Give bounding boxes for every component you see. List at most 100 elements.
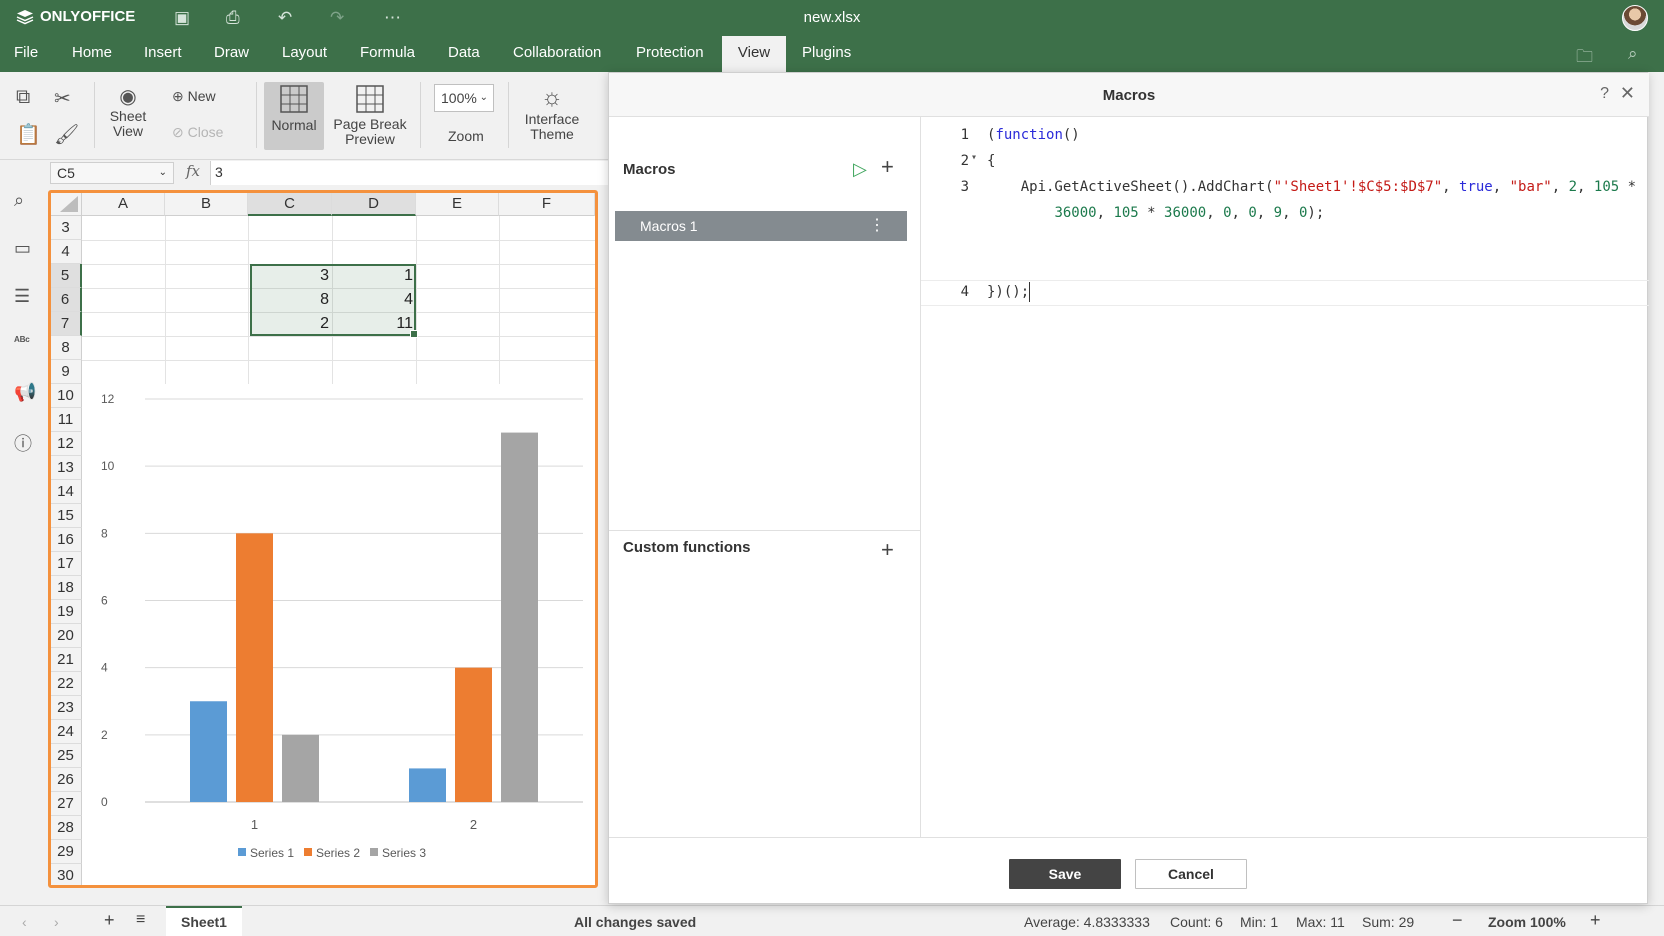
row-header[interactable]: 15: [50, 504, 82, 528]
open-location-icon[interactable]: 🗀: [1576, 44, 1593, 73]
zoom-out-icon[interactable]: −: [1452, 910, 1463, 931]
zoom-in-icon[interactable]: +: [1590, 910, 1601, 931]
close-view-button[interactable]: ⊘ Close: [172, 124, 223, 141]
save-button[interactable]: Save: [1009, 859, 1121, 889]
tab-protection[interactable]: Protection: [622, 36, 718, 72]
col-header-a[interactable]: A: [82, 192, 165, 216]
col-header-d[interactable]: D: [332, 192, 416, 216]
paste-icon[interactable]: 📋: [16, 122, 41, 147]
prev-sheet-icon[interactable]: ‹: [22, 914, 27, 930]
row-header[interactable]: 5: [50, 264, 82, 288]
fold-icon[interactable]: ▾: [971, 152, 977, 163]
row-header[interactable]: 28: [50, 816, 82, 840]
row-header[interactable]: 14: [50, 480, 82, 504]
formula-input[interactable]: 3: [210, 161, 610, 185]
row-header[interactable]: 13: [50, 456, 82, 480]
row-header[interactable]: 3: [50, 216, 82, 240]
cell-c5[interactable]: 3: [248, 264, 332, 288]
col-header-e[interactable]: E: [416, 192, 499, 216]
fx-icon[interactable]: fx: [186, 162, 200, 180]
row-header[interactable]: 22: [50, 672, 82, 696]
row-header[interactable]: 23: [50, 696, 82, 720]
sheet-tab-sheet1[interactable]: Sheet1: [166, 906, 242, 936]
row-header[interactable]: 19: [50, 600, 82, 624]
row-header[interactable]: 27: [50, 792, 82, 816]
tab-collaboration[interactable]: Collaboration: [499, 36, 615, 72]
help-icon[interactable]: ?: [1600, 85, 1609, 103]
normal-view-button[interactable]: Normal: [264, 82, 324, 150]
new-view-label: New: [187, 88, 216, 104]
row-header[interactable]: 25: [50, 744, 82, 768]
spellcheck-icon[interactable]: ᴬᴮᶜ: [14, 334, 30, 348]
close-icon[interactable]: ✕: [1620, 83, 1635, 104]
row-header[interactable]: 18: [50, 576, 82, 600]
tab-home[interactable]: Home: [58, 36, 126, 72]
interface-theme-button[interactable]: ☼ Interface Theme: [516, 84, 588, 142]
tab-draw[interactable]: Draw: [200, 36, 263, 72]
comments-icon[interactable]: ▭: [14, 238, 31, 259]
y-tick-label: 2: [101, 728, 108, 742]
zoom-select[interactable]: 100% ⌄: [434, 84, 494, 112]
row-header[interactable]: 26: [50, 768, 82, 792]
tab-formula[interactable]: Formula: [346, 36, 429, 72]
row-header[interactable]: 8: [50, 336, 82, 360]
cell-d7[interactable]: 11: [332, 312, 416, 336]
next-sheet-icon[interactable]: ›: [54, 914, 59, 930]
tab-view[interactable]: View: [722, 36, 786, 72]
row-header[interactable]: 9: [50, 360, 82, 384]
run-macro-icon[interactable]: ▷: [853, 159, 867, 180]
format-painter-icon[interactable]: 🖌: [54, 122, 79, 147]
user-avatar[interactable]: [1622, 5, 1648, 31]
code-editor[interactable]: 1 2 ▾ 3 4 (function() { Api.GetActiveShe…: [921, 117, 1649, 837]
chat-icon[interactable]: ☰: [14, 286, 30, 307]
name-box[interactable]: C5 ⌄: [50, 162, 174, 184]
row-header[interactable]: 21: [50, 648, 82, 672]
row-header[interactable]: 29: [50, 840, 82, 864]
page-break-preview-button[interactable]: Page Break Preview: [330, 84, 410, 147]
row-header[interactable]: 7: [50, 312, 82, 336]
macro-options-icon[interactable]: ⋮: [869, 211, 885, 241]
tab-plugins[interactable]: Plugins: [788, 36, 865, 72]
sheet-list-icon[interactable]: ≡: [136, 911, 145, 929]
feedback-icon[interactable]: 📢: [14, 382, 36, 403]
row-header[interactable]: 16: [50, 528, 82, 552]
select-all-corner[interactable]: [50, 192, 82, 216]
cancel-button[interactable]: Cancel: [1135, 859, 1247, 889]
copy-icon[interactable]: ⧉: [16, 86, 30, 109]
cut-icon[interactable]: ✂: [54, 86, 71, 111]
tab-insert[interactable]: Insert: [130, 36, 196, 72]
add-macro-icon[interactable]: +: [881, 154, 894, 180]
legend-swatch: [370, 848, 378, 856]
col-header-f[interactable]: F: [499, 192, 595, 216]
col-header-b[interactable]: B: [165, 192, 248, 216]
add-function-icon[interactable]: +: [881, 537, 894, 563]
line-number: 3: [960, 179, 969, 195]
row-header[interactable]: 4: [50, 240, 82, 264]
row-header[interactable]: 30: [50, 864, 82, 886]
row-header[interactable]: 17: [50, 552, 82, 576]
tab-layout[interactable]: Layout: [268, 36, 341, 72]
sheet-view-button[interactable]: ◉ Sheet View: [104, 84, 152, 139]
new-view-button[interactable]: ⊕ New: [172, 88, 216, 105]
row-header[interactable]: 12: [50, 432, 82, 456]
row-header[interactable]: 24: [50, 720, 82, 744]
legend-label: Series 2: [316, 846, 360, 860]
cell-c6[interactable]: 8: [248, 288, 332, 312]
tab-file[interactable]: File: [0, 36, 52, 72]
macro-item[interactable]: Macros 1 ⋮: [615, 211, 907, 241]
row-header[interactable]: 20: [50, 624, 82, 648]
row-header[interactable]: 6: [50, 288, 82, 312]
cell-d5[interactable]: 1: [332, 264, 416, 288]
search-icon[interactable]: ⌕: [1628, 44, 1638, 64]
row-header[interactable]: 11: [50, 408, 82, 432]
find-icon[interactable]: ⌕: [14, 190, 24, 211]
bar-chart[interactable]: 0 2 4 6 8 10 12 1 2 Series 1 Series 2 Series 3: [83, 385, 595, 886]
cell-d6[interactable]: 4: [332, 288, 416, 312]
about-icon[interactable]: ⓘ: [14, 430, 32, 456]
tab-data[interactable]: Data: [434, 36, 494, 72]
col-header-c[interactable]: C: [248, 192, 332, 216]
spreadsheet-grid[interactable]: A B C D E F 3 4 5 6 7 8 9 10 11 12 13 14 15 16 17 18 19 2…: [50, 192, 595, 886]
cell-c7[interactable]: 2: [248, 312, 332, 336]
row-header[interactable]: 10: [50, 384, 82, 408]
add-sheet-icon[interactable]: +: [104, 910, 115, 931]
